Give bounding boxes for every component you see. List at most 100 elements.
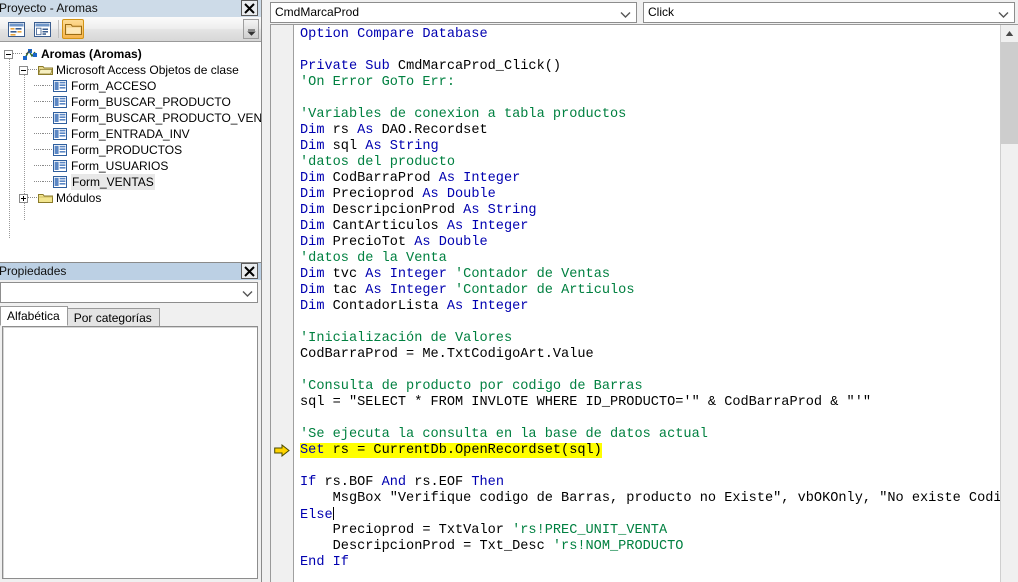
code-editor[interactable]: Option Compare Database Private Sub CmdM…	[270, 24, 1018, 582]
object-select[interactable]: CmdMarcaProd	[270, 1, 637, 23]
code-token: 'Contador de Articulos	[455, 283, 635, 298]
code-token: As Double	[422, 187, 496, 202]
code-combo-bar: CmdMarcaProd Click	[262, 0, 1018, 24]
properties-list[interactable]	[2, 326, 258, 579]
collapse-expander[interactable]	[19, 65, 28, 75]
code-token: Dim	[300, 171, 333, 186]
tree-connector	[43, 85, 52, 87]
code-token: End If	[300, 555, 349, 570]
tree-item-label: Form_ENTRADA_INV	[71, 127, 190, 141]
project-explorer-toolbar	[0, 17, 261, 42]
tree-item[interactable]: Módulos	[0, 190, 261, 206]
properties-title: Propiedades	[0, 264, 67, 278]
tree-item[interactable]: Form_BUSCAR_PRODUCTO_VENTA	[0, 110, 261, 126]
tab-alfabetica[interactable]: Alfabética	[0, 306, 68, 326]
collapse-expander[interactable]	[4, 49, 13, 59]
code-token: And	[381, 475, 415, 490]
code-token: ContadorLista	[332, 299, 447, 314]
code-token: Private Sub	[300, 59, 398, 74]
tree-item[interactable]: Aromas (Aromas)	[0, 46, 261, 62]
code-token: Dim	[300, 123, 333, 138]
code-token: 'On Error GoTo Err:	[300, 75, 455, 90]
code-token: Then	[471, 475, 504, 490]
tree-connector	[28, 69, 37, 71]
project-icon	[22, 47, 38, 61]
project-tree[interactable]: Aromas (Aromas) Microsoft Access Objetos …	[0, 42, 261, 262]
tree-connector	[43, 133, 52, 135]
code-token: As Double	[414, 235, 488, 250]
code-scroll-region[interactable]: Option Compare Database Private Sub CmdM…	[294, 25, 1018, 582]
code-token: Dim	[300, 299, 333, 314]
tree-item[interactable]: Form_USUARIOS	[0, 158, 261, 174]
object-select-value: CmdMarcaProd	[275, 4, 360, 19]
close-icon[interactable]	[241, 0, 258, 16]
code-line: 'datos del producto	[300, 155, 1018, 171]
code-token: DescripcionProd	[332, 203, 464, 218]
tree-connector	[34, 101, 43, 103]
code-token: As Integer	[438, 171, 521, 186]
properties-object-select[interactable]	[0, 282, 258, 303]
tree-connector	[43, 117, 52, 119]
code-token: As Integer	[446, 299, 529, 314]
tree-connector	[28, 197, 37, 199]
tab-por-categorias[interactable]: Por categorías	[66, 308, 160, 326]
code-token: CodBarraProd = Me.TxtCodigoArt.Value	[300, 347, 594, 362]
tree-item-label: Form_VENTAS	[71, 174, 155, 190]
code-token: rs.EOF	[414, 475, 472, 490]
tree-item-label: Módulos	[56, 191, 102, 205]
tree-item[interactable]: Form_ACCESO	[0, 78, 261, 94]
code-line: Dim rs As DAO.Recordset	[300, 123, 1018, 139]
code-line: Private Sub CmdMarcaProd_Click()	[300, 59, 1018, 75]
yellow-arrow-icon	[274, 443, 290, 458]
view-code-button[interactable]	[5, 19, 27, 39]
code-vertical-scrollbar[interactable]	[1000, 25, 1018, 582]
expand-expander[interactable]	[19, 193, 28, 203]
code-token: rs.BOF	[324, 475, 382, 490]
toggle-folders-button[interactable]	[62, 19, 84, 39]
code-token: 'Consulta de producto por codigo de Barr…	[300, 379, 643, 394]
code-line: 'datos de la Venta	[300, 251, 1018, 267]
code-line: MsgBox "Verifique codigo de Barras, prod…	[300, 491, 1018, 507]
code-line: Dim Precioprod As Double	[300, 187, 1018, 203]
form-module-icon	[52, 159, 68, 173]
text-caret	[332, 507, 334, 520]
scrollbar-thumb[interactable]	[1001, 42, 1018, 144]
toolbar-separator	[58, 20, 59, 38]
tree-item-label: Aromas (Aromas)	[41, 47, 142, 61]
tree-item-label: Form_PRODUCTOS	[71, 143, 183, 157]
project-explorer-title: Proyecto - Aromas	[0, 1, 98, 15]
tree-item[interactable]: Form_PRODUCTOS	[0, 142, 261, 158]
code-margin-gutter[interactable]	[271, 25, 294, 582]
tree-item[interactable]: Form_VENTAS	[0, 174, 261, 190]
tree-item[interactable]: Form_BUSCAR_PRODUCTO	[0, 94, 261, 110]
tree-connector	[43, 101, 52, 103]
vba-editor-window: Proyecto - Aromas Aromas (Aromas) Micros…	[0, 0, 1018, 582]
code-token: Dim	[300, 139, 333, 154]
scrollbar-track[interactable]	[1001, 42, 1018, 582]
tree-connector	[34, 133, 43, 135]
code-token: As Integer	[446, 219, 529, 234]
code-line: Set rs = CurrentDb.OpenRecordset(sql)	[300, 443, 1018, 459]
tree-connector	[34, 117, 43, 119]
scroll-up-button[interactable]	[1001, 25, 1018, 42]
code-token: Dim	[300, 187, 333, 202]
code-token: DescripcionProd = Txt_Desc	[300, 539, 553, 554]
tree-item[interactable]: Form_ENTRADA_INV	[0, 126, 261, 142]
code-line: Dim PrecioTot As Double	[300, 235, 1018, 251]
chevron-down-icon	[242, 287, 253, 301]
close-icon[interactable]	[241, 263, 258, 279]
code-line: 'Variables de conexion a tabla productos	[300, 107, 1018, 123]
tree-connector	[43, 165, 52, 167]
code-line: Precioprod = TxtValor 'rs!PREC_UNIT_VENT…	[300, 523, 1018, 539]
procedure-select[interactable]: Click	[643, 1, 1015, 23]
tree-item[interactable]: Microsoft Access Objetos de clase	[0, 62, 261, 78]
code-line: DescripcionProd = Txt_Desc 'rs!NOM_PRODU…	[300, 539, 1018, 555]
toolbar-overflow-button[interactable]	[243, 19, 259, 39]
view-object-button[interactable]	[31, 19, 53, 39]
code-text[interactable]: Option Compare Database Private Sub CmdM…	[294, 25, 1018, 571]
left-dock: Proyecto - Aromas Aromas (Aromas) Micros…	[0, 0, 262, 582]
